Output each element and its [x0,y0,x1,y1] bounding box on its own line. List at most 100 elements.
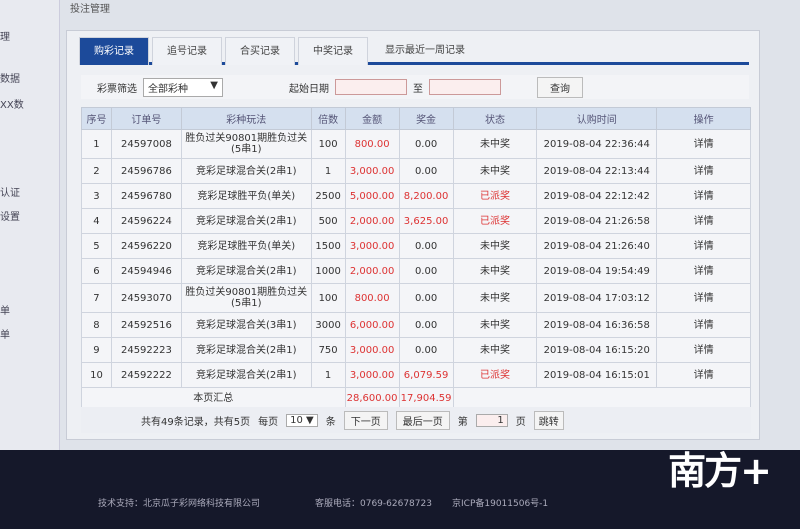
details-link[interactable]: 详情 [656,158,751,184]
total-records: 共有49条记录，共有5页 [141,416,251,428]
search-button[interactable]: 查询 [537,76,583,98]
tab-recent-week[interactable]: 显示最近一周记录 [371,37,479,65]
order-number: 24596220 [110,233,182,259]
end-date-input[interactable] [429,79,501,95]
per-page-select[interactable]: 10 ▼ [286,413,318,427]
column-header: 奖金 [398,107,454,130]
order-number: 24592516 [110,312,182,338]
filter-bar: 彩票筛选 全部彩种 ▼ 起始日期 至 查询 [81,75,749,99]
amount: 3,000.00 [344,233,400,259]
service-phone: 客服电话：0769-62678723 [315,499,432,509]
purchase-time: 2019-08-04 16:36:58 [536,312,658,338]
table-row: 2 24596786 竞彩足球混合关(2串1) 1 3,000.00 0.00 未中奖 201… [81,158,751,184]
amount: 6,000.00 [344,312,400,338]
tab-bar: 购彩记录 追号记录 合买记录 中奖记录 显示最近一周记录 [79,37,749,65]
purchase-time: 2019-08-04 22:36:44 [536,129,658,159]
order-number: 24593070 [110,283,182,313]
sidebar-item[interactable]: 数据 [0,70,20,85]
go-button[interactable]: 跳转 [533,410,564,430]
amount: 3,000.00 [344,362,400,388]
purchase-time: 2019-08-04 21:26:58 [536,208,658,234]
purchase-time: 2019-08-04 16:15:01 [536,362,658,388]
purchase-time: 2019-08-04 21:26:40 [536,233,658,259]
row-index: 10 [81,362,112,388]
to-label: 至 [413,83,423,95]
prize: 0.00 [398,337,454,363]
amount: 5,000.00 [344,183,400,209]
per-page-unit: 条 [325,416,336,428]
details-link[interactable]: 详情 [656,129,751,159]
details-link[interactable]: 详情 [656,312,751,338]
prize: 0.00 [398,129,454,159]
column-header: 认购时间 [536,107,658,130]
sidebar-item[interactable]: 单 [0,326,10,341]
details-link[interactable]: 详情 [656,258,751,284]
purchase-time: 2019-08-04 22:12:42 [536,183,658,209]
tab-chase-records[interactable]: 追号记录 [152,37,222,65]
amount: 3,000.00 [344,337,400,363]
order-number: 24596224 [110,208,182,234]
lottery-type: 竞彩足球混合关(2串1) [180,208,312,234]
prize: 0.00 [398,258,454,284]
start-date-input[interactable] [335,79,407,95]
table-row: 3 24596780 竞彩足球胜平负(单关) 2500 5,000.00 8,200.00… [81,183,751,209]
table-row: 9 24592223 竞彩足球混合关(2串1) 750 3,000.00 0.00 未中奖 2… [81,337,751,363]
order-number: 24592223 [110,337,182,363]
row-index: 6 [81,258,112,284]
tab-purchase-records[interactable]: 购彩记录 [79,37,149,65]
records-panel: 购彩记录 追号记录 合买记录 中奖记录 显示最近一周记录 彩票筛选 全部彩种 ▼ … [66,30,760,440]
lottery-filter-label: 彩票筛选 [97,83,137,95]
amount: 2,000.00 [344,258,400,284]
table-row: 5 24596220 竞彩足球胜平负(单关) 1500 3,000.00 0.00 未中奖 2… [81,233,751,259]
records-table: 序号 订单号 彩种玩法 倍数 金额 奖金 状态 认购时间 操作 1 24597008 胜负过关908… [81,107,752,410]
column-header: 倍数 [310,107,346,130]
details-link[interactable]: 详情 [656,362,751,388]
sidebar-item[interactable]: 设置 [0,208,20,223]
details-link[interactable]: 详情 [656,208,751,234]
page-title: 投注管理 [70,4,110,15]
lottery-select-value: 全部彩种 [148,83,188,95]
sidebar-item[interactable]: 单 [0,302,10,317]
status: 已派奖 [452,362,538,388]
icp-number[interactable]: 京ICP备19011506号-1 [452,496,548,509]
sidebar-item[interactable]: 理 [0,28,10,43]
purchase-time: 2019-08-04 16:15:20 [536,337,658,363]
lottery-type: 竞彩足球胜平负(单关) [180,233,312,259]
watermark-logo: 南方+ [668,449,772,493]
row-index: 8 [81,312,112,338]
date-label: 起始日期 [289,83,329,95]
last-page-button[interactable]: 最后一页 [395,410,450,430]
sidebar-item[interactable]: 认证 [0,184,20,199]
lottery-type: 竞彩足球混合关(2串1) [180,158,312,184]
next-page-button[interactable]: 下一页 [343,410,388,430]
lottery-select[interactable]: 全部彩种 ▼ [143,77,223,97]
row-index: 5 [81,233,112,259]
amount: 3,000.00 [344,158,400,184]
details-link[interactable]: 详情 [656,283,751,313]
table-row: 10 24592222 竞彩足球混合关(2串1) 1 3,000.00 6,079.59 已… [81,362,751,388]
tab-group-buy-records[interactable]: 合买记录 [225,37,295,65]
amount: 800.00 [344,283,400,313]
row-index: 4 [81,208,112,234]
page-input[interactable]: 1 [475,413,508,427]
details-link[interactable]: 详情 [656,233,751,259]
multiple: 3000 [310,312,346,338]
lottery-type: 竞彩足球混合关(2串1) [180,362,312,388]
details-link[interactable]: 详情 [656,337,751,363]
column-header: 操作 [656,107,751,130]
prize: 0.00 [398,233,454,259]
column-header: 彩种玩法 [180,107,312,130]
sidebar-item[interactable]: XX数 [0,96,24,111]
details-link[interactable]: 详情 [656,183,751,209]
per-page-value: 10 [290,414,303,426]
status: 未中奖 [452,258,538,284]
lottery-type: 竞彩足球胜平负(单关) [180,183,312,209]
row-index: 9 [81,337,112,363]
table-row: 7 24593070 胜负过关90801期胜负过关(5串1) 100 800.00 0.0… [81,283,751,313]
prize: 6,079.59 [398,362,454,388]
per-page-label: 每页 [258,416,279,428]
column-header: 金额 [344,107,400,130]
table-row: 8 24592516 竞彩足球混合关(3串1) 3000 6,000.00 0.00 未中奖… [81,312,751,338]
multiple: 1 [310,362,346,388]
tab-winning-records[interactable]: 中奖记录 [298,37,368,65]
